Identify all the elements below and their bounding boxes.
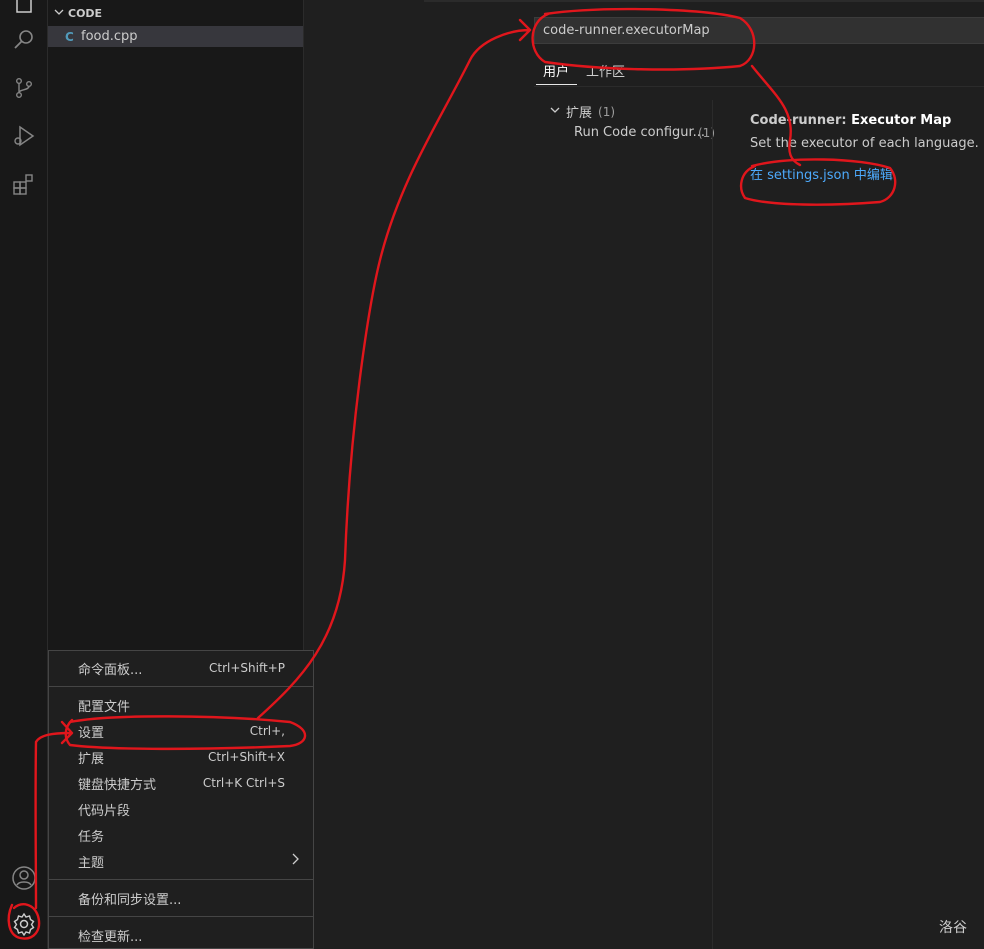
setting-name: Executor Map [851, 113, 952, 128]
menu-item-command-palette[interactable]: 命令面板... Ctrl+Shift+P [49, 655, 313, 681]
menu-item-shortcut: Ctrl+Shift+P [209, 661, 285, 675]
search-icon[interactable] [0, 20, 47, 60]
menu-separator [49, 686, 313, 687]
settings-search-input[interactable]: code-runner.executorMap [534, 17, 984, 44]
menu-item-shortcut: Ctrl+K Ctrl+S [202, 776, 285, 790]
cpp-file-icon: C [65, 29, 74, 44]
setting-description: Set the executor of each language. [750, 136, 979, 151]
run-debug-icon[interactable] [0, 116, 47, 156]
menu-item-shortcut: Ctrl+Shift+X [208, 750, 285, 764]
extensions-icon[interactable] [0, 164, 47, 204]
menu-item-profiles[interactable]: 配置文件 [49, 692, 313, 718]
menu-item-snippets[interactable]: 代码片段 [49, 796, 313, 822]
menu-item-label: 主题 [78, 855, 105, 871]
watermark: 洛谷 [939, 920, 967, 936]
menu-separator [49, 879, 313, 880]
edit-in-settings-json-link[interactable]: 在 settings.json 中编辑 [750, 164, 893, 183]
menu-item-keyboard-shortcuts[interactable]: 键盘快捷方式 Ctrl+K Ctrl+S [49, 770, 313, 796]
active-tab-indicator [536, 84, 577, 85]
menu-item-label: 键盘快捷方式 [78, 777, 157, 793]
chevron-right-icon [291, 853, 299, 869]
menu-item-label: 代码片段 [78, 803, 131, 819]
file-name: food.cpp [81, 29, 138, 44]
setting-title: Code-runner: Executor Map [750, 113, 951, 128]
tabs-divider [534, 86, 984, 87]
toc-item-run-code[interactable]: Run Code configur... [574, 125, 705, 140]
menu-item-themes[interactable]: 主题 [49, 848, 313, 874]
chevron-down-icon [54, 7, 64, 20]
explorer-section-title: CODE [68, 7, 103, 20]
menu-item-label: 设置 [78, 725, 105, 741]
tab-workspace[interactable]: 工作区 [586, 61, 625, 80]
setting-category: Code-runner: [750, 113, 852, 128]
toc-group-label: 扩展 [566, 106, 593, 121]
menu-item-settings[interactable]: 设置 Ctrl+, [49, 718, 313, 744]
menu-item-label: 备份和同步设置... [78, 892, 182, 908]
chevron-down-icon [550, 104, 560, 119]
editor-top-border [424, 0, 984, 2]
menu-item-label: 配置文件 [78, 699, 131, 715]
source-control-icon[interactable] [0, 68, 47, 108]
explorer-icon[interactable] [0, 0, 47, 22]
activity-bar [0, 0, 48, 949]
menu-item-backup-sync[interactable]: 备份和同步设置... [49, 885, 313, 911]
menu-item-label: 任务 [78, 829, 105, 845]
toc-group-extensions[interactable]: 扩展 (1) [550, 102, 615, 121]
toc-divider [712, 100, 713, 949]
gear-icon[interactable] [0, 904, 47, 944]
account-icon[interactable] [0, 858, 47, 898]
menu-item-check-updates[interactable]: 检查更新... [49, 922, 313, 948]
menu-item-extensions[interactable]: 扩展 Ctrl+Shift+X [49, 744, 313, 770]
menu-item-label: 检查更新... [78, 929, 143, 945]
file-item-food-cpp[interactable]: C food.cpp [48, 26, 303, 47]
menu-separator [49, 916, 313, 917]
menu-item-label: 扩展 [78, 751, 105, 767]
menu-item-label: 命令面板... [78, 662, 143, 678]
settings-search-value: code-runner.executorMap [543, 23, 710, 38]
tab-user[interactable]: 用户 [543, 61, 569, 80]
toc-group-count: (1) [598, 104, 616, 119]
menu-item-tasks[interactable]: 任务 [49, 822, 313, 848]
menu-item-shortcut: Ctrl+, [249, 724, 285, 738]
explorer-section-header[interactable]: CODE [54, 7, 102, 20]
manage-menu: 命令面板... Ctrl+Shift+P 配置文件 设置 Ctrl+, 扩展 C… [48, 650, 314, 949]
